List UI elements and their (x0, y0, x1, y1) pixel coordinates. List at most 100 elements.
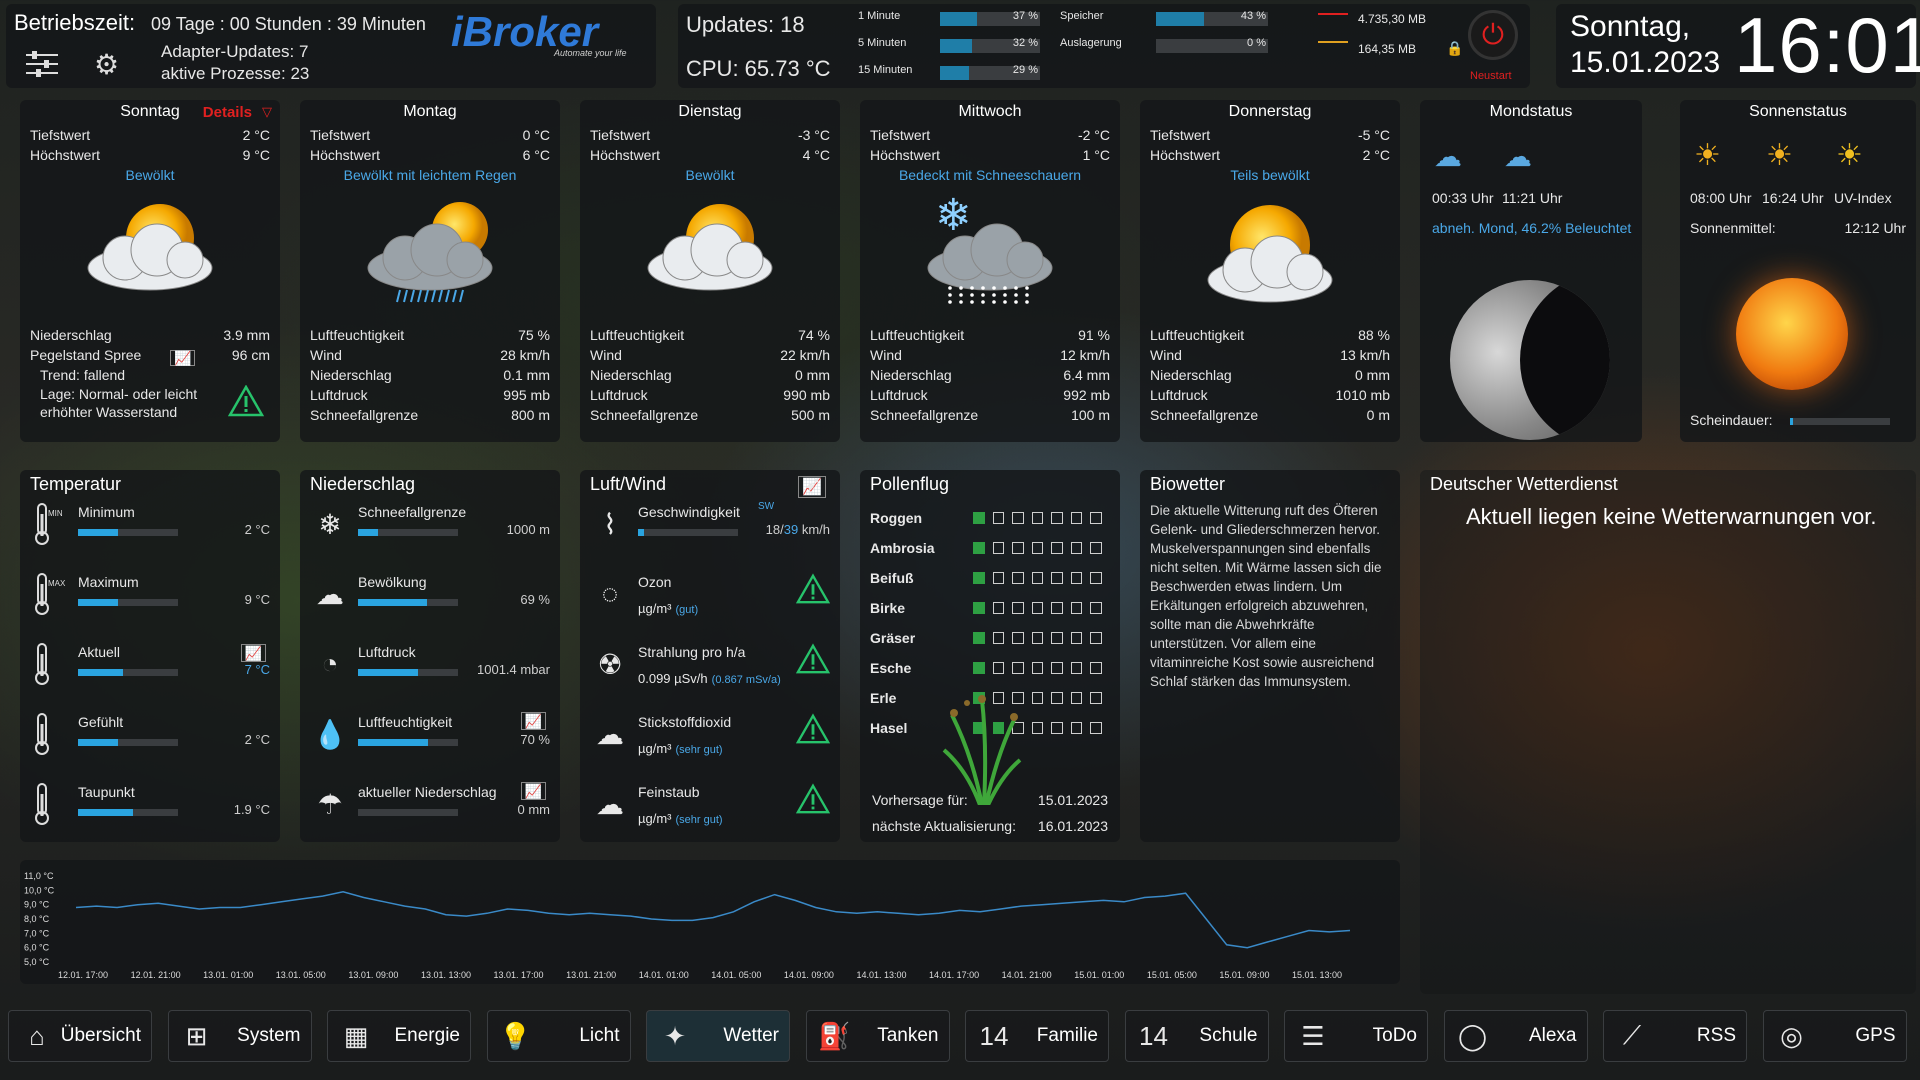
item-label: Bewölkung (358, 574, 427, 590)
pollen-level-box (1051, 542, 1063, 554)
y-tick-label: 10,0 °C (24, 885, 55, 895)
x-tick-label: 14.01. 01:00 (639, 970, 689, 980)
power-button[interactable]: ⏻ (1468, 10, 1518, 60)
chart-icon[interactable]: 📈 (240, 644, 266, 662)
windsock-icon: ⌇ (603, 508, 617, 540)
pollen-level-box (1070, 722, 1083, 734)
item-label: Minimum (78, 504, 135, 520)
x-tick-label: 14.01. 09:00 (784, 970, 834, 980)
moon-image (1450, 280, 1610, 440)
trend-text: Trend: fallend (40, 367, 126, 383)
x-tick-label: 12.01. 21:00 (131, 970, 181, 980)
pollen-level-box (1090, 632, 1102, 644)
warning-triangle-icon (795, 713, 831, 750)
thermo-max-icon: MAX (30, 571, 70, 617)
nav-todo-button[interactable]: ☰ ToDo (1284, 1010, 1428, 1062)
restart-label[interactable]: Neustart (1470, 70, 1512, 82)
temperature-series-line (75, 891, 1351, 949)
detail-row: Luftfeuchtigkeit 75 % (310, 327, 550, 343)
nav-schule-button[interactable]: 14 Schule (1124, 1010, 1269, 1062)
weekday: Sonntag, (1570, 10, 1691, 43)
pollen-level-box (1051, 512, 1063, 524)
calendar-school-icon: 14 (1139, 1020, 1168, 1051)
high-label: Höchstwert (310, 147, 381, 163)
high-temp: 9 °C (242, 147, 270, 163)
pollen-row: Gräser (870, 623, 1110, 653)
pollen-level-box (1051, 722, 1063, 734)
nav-wetter-button[interactable]: ✦ Wetter (646, 1010, 790, 1062)
dwd-title: Deutscher Wetterdienst (1430, 474, 1618, 494)
chart-icon[interactable]: 📈 (170, 350, 196, 366)
sliders-icon[interactable] (24, 48, 60, 80)
pollen-row: Birke (870, 593, 1110, 623)
high-temp: 6 °C (522, 147, 550, 163)
detail-row: Luftdruck 995 mb (310, 387, 550, 403)
pollen-level-box (1012, 512, 1024, 524)
low-temp: -5 °C (1357, 127, 1390, 143)
day-name: Dienstag (678, 103, 742, 120)
nav-energie-button[interactable]: ▦ Energie (327, 1010, 471, 1062)
nav-übersicht-button[interactable]: ⌂ Übersicht (8, 1010, 152, 1062)
forecast-label: Vorhersage für: (872, 792, 968, 808)
details-button[interactable]: Details (203, 104, 252, 121)
memory-label: Auslagerung (1060, 37, 1122, 49)
meter-icon: ▦ (343, 1020, 369, 1051)
pollen-level-box (1090, 602, 1102, 614)
x-tick-label: 14.01. 17:00 (929, 970, 979, 980)
nav-familie-button[interactable]: 14 Familie (965, 1010, 1109, 1062)
chart-icon[interactable]: 📈 (520, 782, 546, 800)
temperature-item: Gefühlt 2 °C (30, 711, 270, 781)
low-temp: -2 °C (1077, 127, 1110, 143)
pollen-row: Roggen (870, 503, 1110, 533)
lightbulb-icon: 💡 (499, 1020, 532, 1051)
date: 15.01.2023 (1570, 46, 1721, 79)
nav-system-button[interactable]: ⊞ System (167, 1010, 312, 1062)
solar-noon: 12:12 Uhr (1844, 220, 1906, 236)
detail-row: Wind 13 km/h (1150, 347, 1390, 363)
moon-phase: abneh. Mond, 46.2% Beleuchtet (1432, 220, 1632, 236)
precipitation-panel: Niederschlag ❄ Schneefallgrenze 1000 m ☁ Bew… (300, 470, 560, 842)
nav-rss-button[interactable]: ⟋ RSS (1603, 1010, 1747, 1062)
runtime-label: Betriebszeit: (14, 10, 136, 35)
mem-legend-red (1318, 13, 1348, 15)
detail-row: Luftfeuchtigkeit 88 % (1150, 327, 1390, 343)
pollen-level-box (973, 542, 985, 554)
air-wind-panel: Luft/Wind 📈 ⌇ Geschwindigkeit SW 18/39 km/h… (580, 470, 840, 842)
pollen-level-box (992, 632, 1005, 644)
condition-text: Bewölkt (125, 167, 175, 183)
dwd-message: Aktuell liegen keine Wetterwarnungen vor… (1466, 504, 1877, 529)
nav-alexa-button[interactable]: ◯ Alexa (1443, 1010, 1588, 1062)
x-tick-label: 14.01. 21:00 (1002, 970, 1052, 980)
details-chevron-icon[interactable]: ▽ (262, 104, 272, 120)
pollen-level-box (992, 512, 1005, 524)
nav-licht-button[interactable]: 💡 Licht (486, 1010, 631, 1062)
chart-icon[interactable]: 📈 (520, 712, 546, 730)
load-pct: 29 % (1012, 64, 1038, 76)
pollen-level-box (973, 632, 985, 644)
detail-row: Wind 22 km/h (590, 347, 830, 363)
load-pct: 37 % (1012, 10, 1038, 22)
air-item: ◌ Ozon µg/m³ (gut) (590, 571, 831, 641)
detail-row: Niederschlag 0 mm (1150, 367, 1390, 383)
moonrise-time: 00:33 Uhr (1432, 190, 1494, 206)
pollen-level-box (973, 602, 985, 614)
nav-gps-button[interactable]: ◎ GPS (1762, 1010, 1907, 1062)
gauge-icon: ◔ (321, 648, 339, 679)
temperature-item: MIN Minimum 2 °C (30, 501, 270, 571)
pollen-level-box (973, 572, 985, 584)
y-tick-label: 8,0 °C (24, 914, 50, 924)
temperature-panel: Temperatur MIN Minimum 2 °C MAX Maximum 9 °C A… (20, 470, 280, 842)
pollen-row: Ambrosia (870, 533, 1110, 563)
air-item: ⌇ Geschwindigkeit SW 18/39 km/h ➶ (590, 471, 830, 571)
pollen-level-box (992, 572, 1005, 584)
value-bar (78, 669, 178, 676)
wind-arrow-icon: ➶ (803, 471, 822, 496)
detail-row: Schneefallgrenze 500 m (590, 407, 830, 423)
svg-text:MIN: MIN (48, 509, 63, 518)
high-temp: 2 °C (1362, 147, 1390, 163)
nav-label: Alexa (1528, 1025, 1577, 1046)
nav-tanken-button[interactable]: ⛽ Tanken (805, 1010, 950, 1062)
wind-direction: SW (758, 501, 775, 512)
pollen-level-box (992, 662, 1005, 674)
gears-icon[interactable]: ⚙ (94, 48, 119, 81)
